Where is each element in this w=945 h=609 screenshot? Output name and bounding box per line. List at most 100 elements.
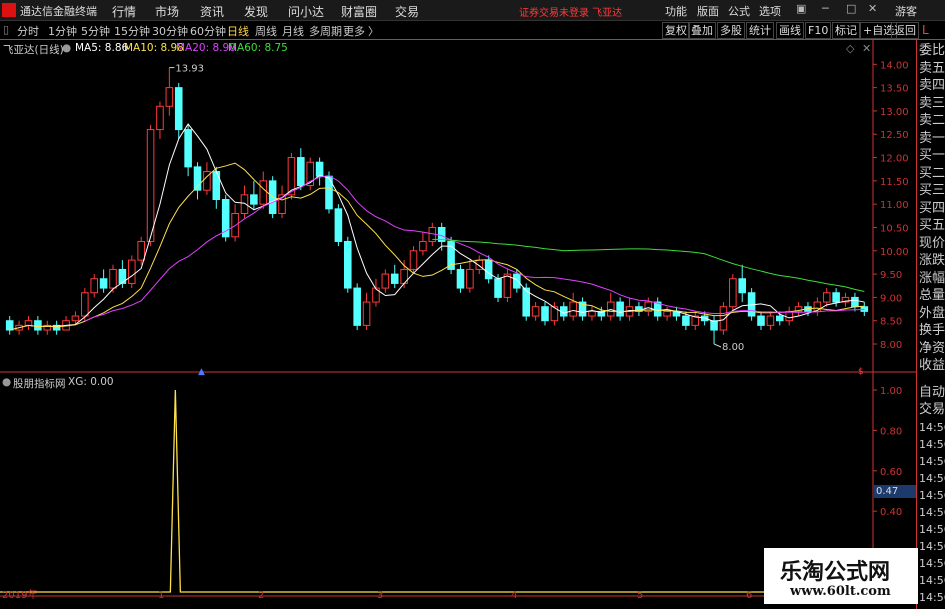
candle-body	[494, 278, 502, 298]
y-tick-label: 13.50	[880, 84, 909, 95]
settings-dot-icon[interactable]: ●	[2, 376, 11, 388]
time-label: 14:56	[919, 455, 945, 468]
time-label: 14:56	[919, 523, 945, 536]
period-weekly[interactable]: 周线	[255, 23, 277, 39]
candle-body	[5, 320, 14, 331]
back-button[interactable]: 返回	[891, 22, 919, 39]
candle-body	[616, 301, 624, 317]
candle-body	[484, 259, 493, 280]
period-more[interactable]: 更多	[343, 23, 365, 39]
candle-body	[419, 240, 427, 252]
mark-button[interactable]: 标记	[832, 22, 860, 39]
x-tick-label: 3	[377, 590, 383, 600]
xg-signal-line	[0, 389, 873, 593]
candle-body	[503, 273, 512, 298]
stats-button[interactable]: 统计	[746, 22, 774, 39]
period-60min[interactable]: 60分钟	[190, 23, 226, 39]
candle-body	[719, 306, 728, 331]
candle-body	[240, 194, 249, 214]
skin-icon[interactable]: ▣	[796, 2, 806, 15]
time-label: 14:56	[919, 489, 945, 502]
sidebar-item: 买五	[919, 218, 945, 233]
y-tick-label: 12.50	[880, 130, 909, 141]
watermark: 乐淘公式网 www.60lt.com	[764, 548, 918, 604]
maximize-icon[interactable]: □	[846, 2, 856, 15]
x-tick-label: 5	[637, 590, 643, 600]
menu-formula[interactable]: 公式	[728, 3, 750, 19]
more-chevron-icon[interactable]: 〉	[368, 23, 379, 39]
time-label: 14:56	[919, 557, 945, 570]
menu-news[interactable]: 资讯	[200, 3, 224, 20]
period-1min[interactable]: 1分钟	[48, 23, 77, 39]
close-icon[interactable]: ✕	[868, 2, 877, 15]
ma20-line	[84, 174, 865, 322]
marker-arrow-icon: ▲	[198, 367, 205, 377]
candle-body	[362, 301, 371, 326]
menu-trade[interactable]: 交易	[395, 3, 419, 20]
overlay-button[interactable]: 叠加	[688, 22, 716, 39]
period-toolbar: ▯ 分时 1分钟 5分钟 15分钟 30分钟 60分钟 日线 周线 月线 多周期…	[0, 21, 945, 40]
ind-y-tick-label: 1.00	[880, 386, 902, 397]
menu-layout[interactable]: 版面	[697, 3, 719, 19]
period-30min[interactable]: 30分钟	[152, 23, 188, 39]
menu-discover[interactable]: 发现	[244, 3, 268, 20]
candle-body	[738, 278, 747, 294]
y-tick-label: 11.00	[880, 200, 909, 211]
candle-body	[569, 301, 577, 317]
sidebar-item: 现价	[919, 235, 945, 251]
menu-options[interactable]: 选项	[759, 3, 781, 19]
sidebar-item: 净资	[919, 340, 945, 356]
menu-market[interactable]: 行情	[112, 3, 136, 20]
candle-body	[99, 278, 108, 289]
candle-body	[137, 240, 145, 261]
login-warning[interactable]: 证券交易未登录 飞亚达	[519, 4, 622, 19]
guest-label[interactable]: 游客	[895, 3, 917, 19]
sidebar-bottom-item[interactable]: 交易	[919, 402, 945, 417]
draw-button[interactable]: 画线	[776, 22, 804, 39]
candle-body	[456, 268, 465, 289]
period-multi[interactable]: 多周期	[309, 23, 342, 39]
y-tick-label: 10.50	[880, 223, 909, 234]
candle-body	[390, 273, 399, 284]
time-label: 14:56	[919, 574, 945, 587]
menu-wealth[interactable]: 财富圈	[341, 3, 377, 20]
candle-body	[109, 268, 117, 289]
sidebar-item: 买四	[919, 200, 945, 216]
toggle-icon[interactable]: ▯	[3, 23, 9, 36]
sidebar-item: 外盘	[919, 305, 945, 321]
candle-body	[822, 292, 831, 303]
ind-y-tick-label: 0.40	[880, 507, 902, 518]
x-tick-label: 2019年	[2, 588, 37, 600]
watermark-url: www.60lt.com	[790, 584, 891, 599]
candle-body	[343, 240, 352, 289]
y-tick-label: 11.50	[880, 177, 909, 188]
l-button[interactable]: L	[922, 23, 929, 37]
y-tick-label: 9.00	[880, 293, 902, 304]
sidebar-bottom-item[interactable]: 自动	[919, 385, 945, 400]
menu-ask[interactable]: 问小达	[288, 3, 324, 20]
candle-body	[334, 208, 343, 242]
y-tick-label: 13.00	[880, 107, 909, 118]
candle-body	[24, 320, 33, 326]
period-5min[interactable]: 5分钟	[81, 23, 110, 39]
time-label: 14:56	[919, 438, 945, 451]
f10-button[interactable]: F10	[805, 22, 832, 39]
multistock-button[interactable]: 多股	[717, 22, 745, 39]
candle-body	[466, 268, 474, 289]
sidebar-item: 卖一	[919, 130, 945, 146]
menu-markets[interactable]: 市场	[155, 3, 179, 20]
candle-body	[775, 315, 784, 322]
period-monthly[interactable]: 月线	[282, 23, 304, 39]
minimize-icon[interactable]: ─	[822, 2, 829, 15]
menu-function[interactable]: 功能	[665, 3, 687, 19]
period-15min[interactable]: 15分钟	[114, 23, 150, 39]
period-tick[interactable]: 分时	[17, 23, 39, 39]
candlestick-chart[interactable]: 14.0013.5013.0012.5012.0011.5011.0010.50…	[0, 40, 916, 600]
sidebar-item: 涨幅	[919, 270, 945, 286]
ind-y-tick-label: 0.80	[880, 426, 902, 437]
adjust-button[interactable]: 复权	[662, 22, 690, 39]
period-daily[interactable]: 日线	[227, 23, 249, 39]
candle-body	[156, 105, 164, 131]
x-tick-label: 2	[258, 590, 264, 600]
time-label: 14:56	[919, 506, 945, 519]
